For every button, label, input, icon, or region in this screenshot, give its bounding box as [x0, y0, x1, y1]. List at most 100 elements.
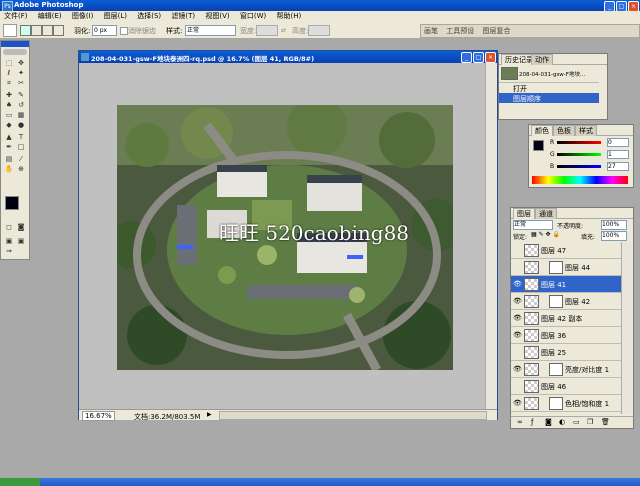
layer-style-icon[interactable]: ƒ	[531, 418, 533, 426]
menu-image[interactable]: 图像(I)	[72, 11, 94, 22]
r-input[interactable]: 0	[607, 138, 629, 147]
layer-row[interactable]: 👁 图层 42	[511, 293, 621, 310]
foreground-color-swatch[interactable]	[5, 196, 19, 210]
tab-color[interactable]: 颜色	[531, 125, 553, 136]
layer-row[interactable]: 图层 46	[511, 378, 621, 395]
menu-layer[interactable]: 图层(L)	[104, 11, 127, 22]
tab-styles[interactable]: 样式	[575, 125, 597, 136]
menu-select[interactable]: 选择(S)	[137, 11, 161, 22]
tab-layers[interactable]: 图层	[513, 208, 535, 219]
menu-view[interactable]: 视图(V)	[205, 11, 229, 22]
adjustment-layer-icon[interactable]: ◐	[559, 418, 565, 426]
tab-swatches[interactable]: 色板	[553, 125, 575, 136]
palette-well-brushes[interactable]: 画笔	[424, 25, 438, 37]
status-arrow-icon[interactable]: ▶	[207, 411, 212, 418]
new-layer-icon[interactable]: ❐	[587, 418, 593, 426]
move-tool-icon[interactable]: ✥	[16, 59, 26, 68]
color-fg-swatch[interactable]	[533, 140, 544, 151]
visibility-eye-icon[interactable]: 👁	[513, 365, 522, 373]
history-snapshot-name[interactable]: 208-04-031-gsw-F地块...	[519, 70, 585, 78]
gradient-tool-icon[interactable]: ▦	[16, 111, 26, 120]
healing-brush-icon[interactable]: ✚	[4, 91, 14, 100]
lasso-tool-icon[interactable]: ℓ	[4, 69, 14, 78]
new-selection-icon[interactable]	[20, 25, 31, 36]
document-vertical-scrollbar[interactable]	[485, 63, 497, 409]
doc-maximize-button[interactable]: □	[473, 52, 484, 63]
quick-mask-icon[interactable]: ◙	[16, 223, 26, 232]
layer-row[interactable]: 👁 图层 41	[511, 276, 621, 293]
document-horizontal-scrollbar[interactable]	[219, 411, 487, 420]
layer-row[interactable]: 图层 47	[511, 242, 621, 259]
layer-row[interactable]: 👁 亮度/对比度 1	[511, 361, 621, 378]
opacity-input[interactable]: 100%	[601, 220, 627, 230]
feather-input[interactable]: 0 px	[92, 25, 117, 36]
blend-mode-select[interactable]: 正常	[513, 220, 553, 230]
notes-tool-icon[interactable]: ▤	[4, 155, 14, 164]
menu-edit[interactable]: 编辑(E)	[38, 11, 62, 22]
layer-row[interactable]: 👁 图层 42 副本	[511, 310, 621, 327]
intersect-selection-icon[interactable]	[53, 25, 64, 36]
lock-icons[interactable]: ▦ ✎ ✥ 🔒	[531, 231, 560, 238]
canvas-image[interactable]: 旺旺 520caobing88	[117, 105, 453, 370]
slice-tool-icon[interactable]: ✂	[16, 79, 26, 88]
jump-to-imageready-icon[interactable]: ⇒	[4, 247, 14, 256]
palette-well-layer-comps[interactable]: 图层复合	[482, 25, 510, 37]
add-selection-icon[interactable]	[31, 25, 42, 36]
visibility-eye-icon[interactable]: 👁	[513, 297, 522, 305]
start-button[interactable]	[0, 478, 40, 486]
shape-tool-icon[interactable]: □	[16, 143, 26, 152]
layers-scrollbar[interactable]	[621, 242, 632, 414]
new-group-icon[interactable]: ▭	[573, 418, 580, 426]
clone-stamp-icon[interactable]: ♠	[4, 101, 14, 110]
doc-minimize-button[interactable]: _	[461, 52, 472, 63]
visibility-eye-icon[interactable]: 👁	[513, 280, 522, 288]
style-select[interactable]: 正常	[185, 25, 236, 36]
zoom-tool-icon[interactable]: ⊕	[16, 165, 26, 174]
fill-input[interactable]: 100%	[601, 231, 627, 241]
history-brush-icon[interactable]: ↺	[16, 101, 26, 110]
visibility-eye-icon[interactable]	[513, 246, 521, 254]
visibility-eye-icon[interactable]	[513, 348, 521, 356]
screen-mode-2-icon[interactable]: ▣	[16, 237, 26, 246]
pen-tool-icon[interactable]: ✒	[4, 143, 14, 152]
layer-row[interactable]: 👁 图层 36	[511, 327, 621, 344]
marquee-preset-icon[interactable]	[3, 24, 17, 37]
width-input[interactable]	[256, 25, 278, 36]
layer-row[interactable]: 图层 25	[511, 344, 621, 361]
standard-mode-icon[interactable]: ◻	[4, 223, 14, 232]
link-layers-icon[interactable]: ∞	[517, 418, 523, 426]
b-input[interactable]: 27	[607, 162, 629, 171]
layer-row[interactable]: 图层 44	[511, 259, 621, 276]
marquee-tool-icon[interactable]: ⬚	[4, 59, 14, 68]
doc-close-button[interactable]: ×	[485, 52, 496, 63]
dodge-tool-icon[interactable]: ●	[16, 121, 26, 130]
g-input[interactable]: 1	[607, 150, 629, 159]
menu-file[interactable]: 文件(F)	[4, 11, 28, 22]
b-slider[interactable]	[557, 165, 601, 168]
history-item-open[interactable]: 打开	[499, 82, 599, 93]
visibility-eye-icon[interactable]: 👁	[513, 331, 522, 339]
history-item-layer-order[interactable]: 图层顺序	[499, 93, 599, 103]
swap-icon[interactable]: ⇄	[281, 27, 286, 34]
color-spectrum-ramp[interactable]	[532, 176, 628, 184]
tab-channels[interactable]: 通道	[535, 208, 557, 219]
r-slider[interactable]	[557, 141, 601, 144]
antialias-checkbox[interactable]	[120, 27, 128, 35]
delete-layer-icon[interactable]: 🗑	[601, 418, 610, 426]
visibility-eye-icon[interactable]: 👁	[513, 314, 522, 322]
crop-tool-icon[interactable]: ⌗	[4, 79, 14, 88]
g-slider[interactable]	[557, 153, 601, 156]
height-input[interactable]	[308, 25, 330, 36]
menu-filter[interactable]: 滤镜(T)	[171, 11, 195, 22]
visibility-eye-icon[interactable]	[513, 382, 521, 390]
eraser-tool-icon[interactable]: ▭	[4, 111, 14, 120]
screen-mode-1-icon[interactable]: ▣	[4, 237, 14, 246]
menu-window[interactable]: 窗口(W)	[240, 11, 266, 22]
adobe-online-icon[interactable]	[3, 49, 27, 55]
zoom-level[interactable]: 16.67%	[82, 411, 115, 421]
layer-row[interactable]: 👁 色相/饱和度 1	[511, 395, 621, 412]
subtract-selection-icon[interactable]	[42, 25, 53, 36]
palette-well-tool-presets[interactable]: 工具预设	[446, 25, 474, 37]
brush-tool-icon[interactable]: ✎	[16, 91, 26, 100]
hand-tool-icon[interactable]: ✋	[4, 165, 14, 174]
